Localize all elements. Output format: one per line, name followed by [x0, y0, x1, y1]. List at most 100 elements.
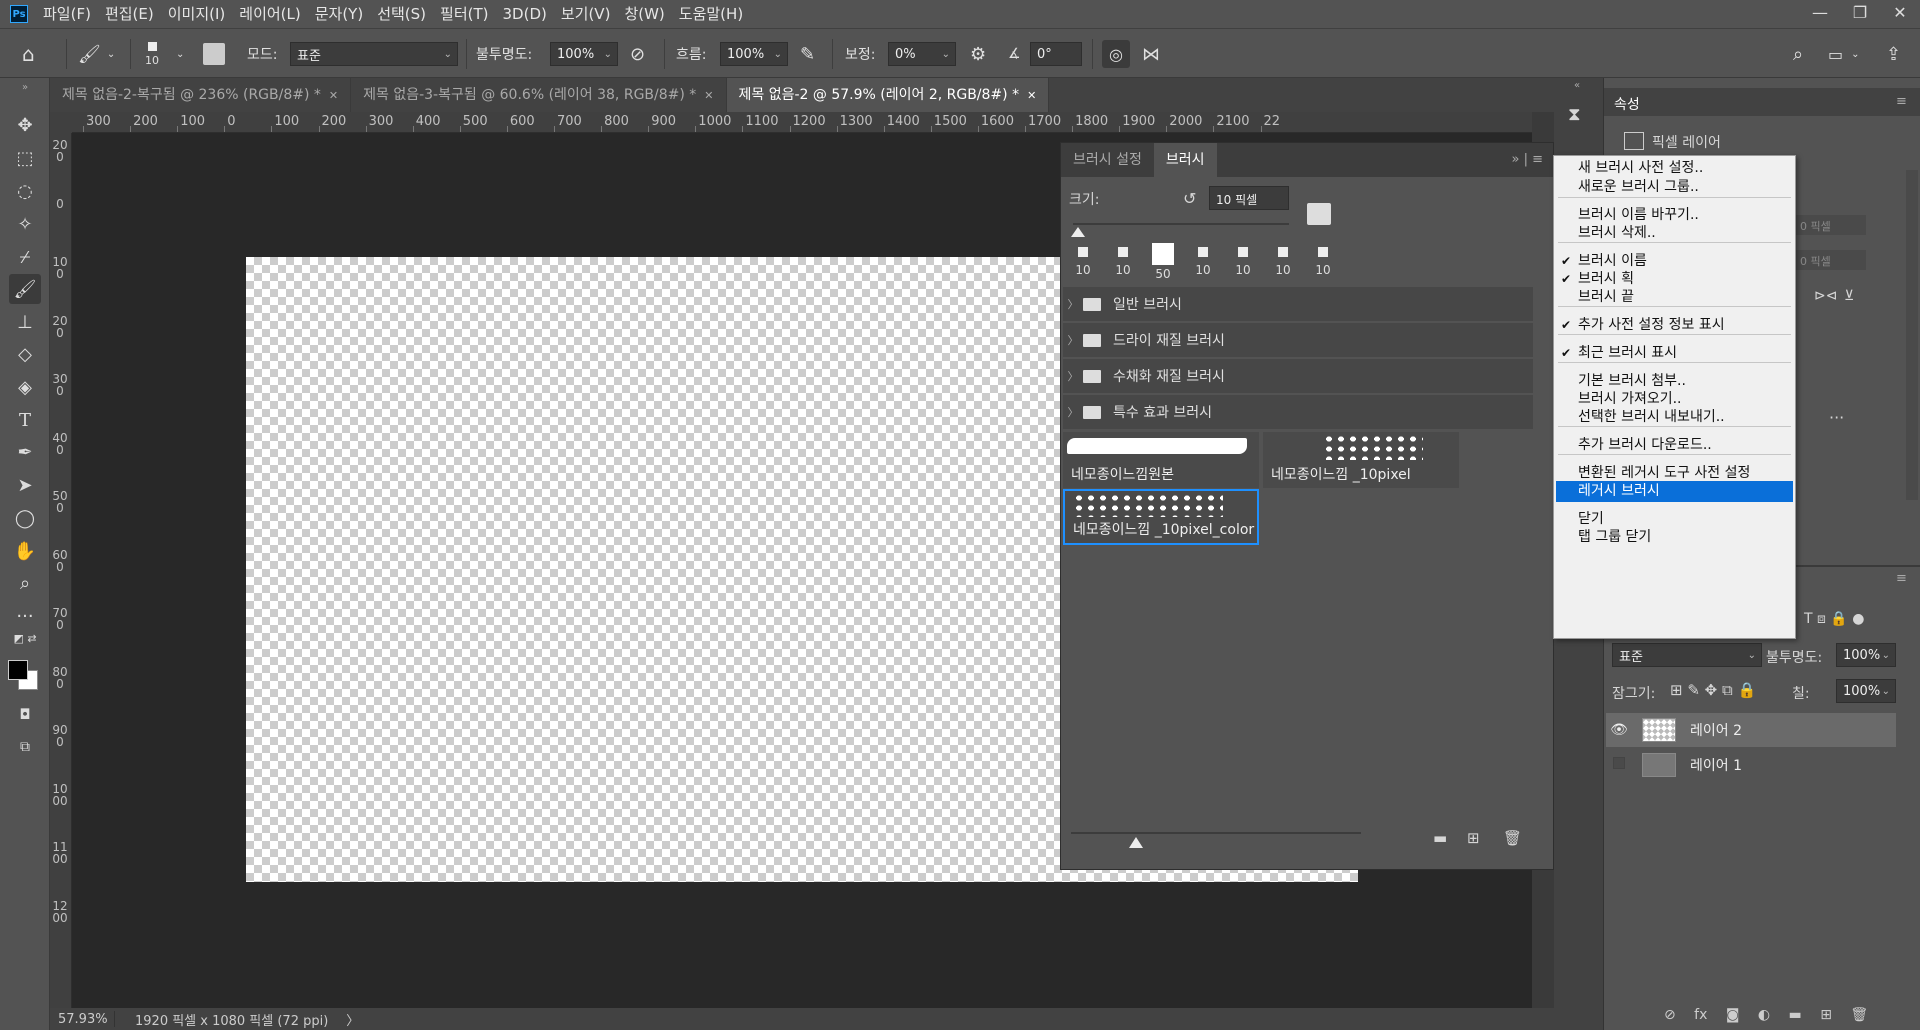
eye-icon[interactable]: 👁 — [1606, 722, 1632, 738]
pressure-opacity-icon[interactable]: ⊘ — [630, 29, 645, 79]
stamp-tool-icon[interactable]: ⊥ — [9, 307, 41, 337]
size-slider[interactable] — [1073, 223, 1289, 225]
menu-item[interactable]: 탭 그룹 닫기 — [1556, 527, 1793, 548]
menu-image[interactable]: 이미지(I) — [161, 0, 233, 28]
workspace-icon[interactable]: ▭ ⌄ — [1828, 29, 1860, 79]
height-field[interactable]: 0 픽셀 — [1796, 250, 1866, 270]
recent-brush-tip[interactable]: 10 — [1183, 243, 1223, 283]
brush-group[interactable]: 〉 드라이 재질 브러시 — [1063, 323, 1533, 357]
collapse-icon[interactable]: « — [1574, 80, 1580, 91]
close-icon[interactable]: ✕ — [329, 89, 338, 102]
more-options-icon[interactable]: ··· — [1829, 408, 1844, 427]
eyedropper-tool-icon[interactable]: ⌿ — [9, 242, 41, 272]
size-input[interactable]: 10 픽셀 — [1209, 186, 1289, 210]
new-brush-plus-icon[interactable]: ⊞ — [1467, 829, 1480, 847]
brush-preset-picker-icon[interactable]: 🖌 ⌄ — [78, 29, 115, 79]
brush-group[interactable]: 〉 일반 브러시 — [1063, 287, 1533, 321]
close-icon[interactable]: ✕ — [1027, 89, 1036, 102]
recent-brush-tip[interactable]: 50 — [1143, 243, 1183, 283]
menu-type[interactable]: 문자(Y) — [308, 0, 370, 28]
brush-preset[interactable]: 네모종이느낌 _10pixel — [1263, 432, 1459, 488]
recent-brush-tip[interactable]: 10 — [1303, 243, 1343, 283]
ellipse-tool-icon[interactable]: ◯ — [9, 503, 41, 533]
more-tools-icon[interactable]: ··· — [9, 601, 41, 631]
doc-tab[interactable]: 제목 없음-3-복구됨 @ 60.6% (레이어 38, RGB/8#) * ✕ — [351, 78, 727, 112]
brush-size-picker[interactable]: 10 — [145, 29, 159, 79]
lock-icons[interactable]: ⊞ ✎ ✥ ⧉ 🔒 — [1670, 681, 1756, 699]
properties-scrollbar[interactable] — [1906, 170, 1918, 500]
layer-opacity-input[interactable]: 100% ⌄ — [1836, 643, 1896, 667]
doc-tab[interactable]: 제목 없음-2-복구됨 @ 236% (RGB/8#) * ✕ — [50, 78, 352, 112]
opacity-input[interactable]: 100% ⌄ — [550, 42, 618, 66]
menu-filter[interactable]: 필터(T) — [433, 0, 495, 28]
pen-tool-icon[interactable]: ✒ — [9, 437, 41, 467]
chevron-down-icon[interactable]: ⌄ — [176, 29, 184, 79]
layer-filter-icons[interactable]: T ⧈ 🔒 ● — [1804, 611, 1864, 627]
share-icon[interactable]: ⇪ — [1886, 29, 1901, 79]
thumbnail-size-slider[interactable] — [1071, 832, 1361, 834]
symmetry-icon[interactable]: ⋈ — [1142, 29, 1160, 79]
menu-item[interactable]: 새로운 브러시 그룹.. — [1556, 177, 1793, 198]
path-selection-tool-icon[interactable]: ➤ — [9, 470, 41, 500]
menu-item[interactable]: ✔ 추가 사전 설정 정보 표시 — [1556, 315, 1793, 336]
flip-vertical-icon[interactable]: ⊻ — [1844, 288, 1854, 304]
recent-brush-tip[interactable]: 10 — [1223, 243, 1263, 283]
panel-menu-icon[interactable]: ≡ — [1896, 94, 1907, 109]
magic-wand-tool-icon[interactable]: ✧ — [9, 209, 41, 239]
recent-brush-tip[interactable]: 10 — [1263, 243, 1303, 283]
size-slider-handle[interactable] — [1071, 227, 1085, 237]
collapse-icon[interactable]: » — [9, 80, 41, 94]
tab-brushes[interactable]: 브러시 — [1153, 143, 1217, 177]
search-icon[interactable]: ⌕ — [1793, 29, 1803, 79]
reset-icon[interactable]: ↺ — [1183, 189, 1196, 208]
brush-preset-selected[interactable]: 네모종이느낌 _10pixel_color — [1063, 489, 1259, 545]
close-icon[interactable]: ✕ — [704, 89, 713, 102]
brush-group[interactable]: 〉 수채화 재질 브러시 — [1063, 359, 1533, 393]
menu-help[interactable]: 도움말(H) — [672, 0, 750, 28]
menu-item[interactable]: ✔ 최근 브러시 표시 — [1556, 343, 1793, 364]
doc-tab-active[interactable]: 제목 없음-2 @ 57.9% (레이어 2, RGB/8#) * ✕ — [726, 78, 1050, 112]
mode-select[interactable]: 표준 ⌄ — [290, 42, 458, 66]
paint-bucket-tool-icon[interactable]: ◈ — [9, 372, 41, 402]
marquee-tool-icon[interactable]: ⬚ — [9, 143, 41, 173]
blend-mode-select[interactable]: 표준 ⌄ — [1612, 643, 1762, 667]
menu-3d[interactable]: 3D(D) — [496, 0, 554, 28]
pressure-size-icon[interactable]: ◎ — [1102, 40, 1130, 68]
type-tool-icon[interactable]: T — [9, 405, 41, 435]
screen-mode-icon[interactable]: ⧉ — [9, 732, 41, 762]
new-brush-icon[interactable] — [1307, 203, 1331, 225]
menu-layer[interactable]: 레이어(L) — [232, 0, 307, 28]
tab-properties[interactable]: 속성 — [1614, 94, 1640, 114]
layer-row-selected[interactable]: 👁 레이어 2 — [1606, 713, 1896, 747]
menu-item[interactable]: 선택한 브러시 내보내기.. — [1556, 407, 1793, 428]
menu-item[interactable]: 레거시 브러시 — [1556, 480, 1793, 502]
hand-tool-icon[interactable]: ✋ — [9, 536, 41, 566]
home-icon[interactable]: ⌂ — [22, 29, 35, 79]
panel-menu-icon[interactable]: » | ≡ — [1512, 143, 1554, 177]
flip-horizontal-icon[interactable]: ⊳⊲ — [1814, 288, 1837, 304]
zoom-level[interactable]: 57.93% — [50, 1012, 108, 1027]
quick-mask-icon[interactable]: ◘ — [9, 700, 41, 730]
new-group-folder-icon[interactable]: ▬ — [1433, 829, 1447, 847]
zoom-tool-icon[interactable]: ⌕ — [9, 568, 41, 598]
fill-input[interactable]: 100% ⌄ — [1836, 679, 1896, 703]
flow-input[interactable]: 100% ⌄ — [720, 42, 788, 66]
close-window-button[interactable]: ✕ — [1880, 0, 1920, 28]
menu-file[interactable]: 파일(F) — [36, 0, 98, 28]
thumbnail-size-handle[interactable] — [1129, 837, 1143, 848]
minimize-button[interactable]: — — [1800, 0, 1840, 28]
move-tool-icon[interactable]: ✥ — [9, 110, 41, 140]
angle-input[interactable]: 0° — [1030, 42, 1082, 66]
smoothing-input[interactable]: 0% ⌄ — [888, 42, 956, 66]
width-field[interactable]: 0 픽셀 — [1796, 215, 1866, 235]
lasso-tool-icon[interactable]: ◌ — [9, 176, 41, 206]
status-menu-arrow-icon[interactable]: 〉 — [346, 1010, 359, 1029]
menu-edit[interactable]: 편집(E) — [98, 0, 161, 28]
eraser-tool-icon[interactable]: ◇ — [9, 339, 41, 369]
airbrush-icon[interactable]: ✎ — [800, 29, 815, 79]
brush-group[interactable]: 〉 특수 효과 브러시 — [1063, 395, 1533, 429]
brush-tool-icon[interactable]: 🖌 — [9, 274, 41, 304]
swap-colors-icon[interactable]: ◩ ⇄ — [9, 628, 41, 648]
foreground-color-swatch[interactable] — [8, 660, 28, 680]
brush-settings-toggle[interactable] — [203, 29, 225, 79]
